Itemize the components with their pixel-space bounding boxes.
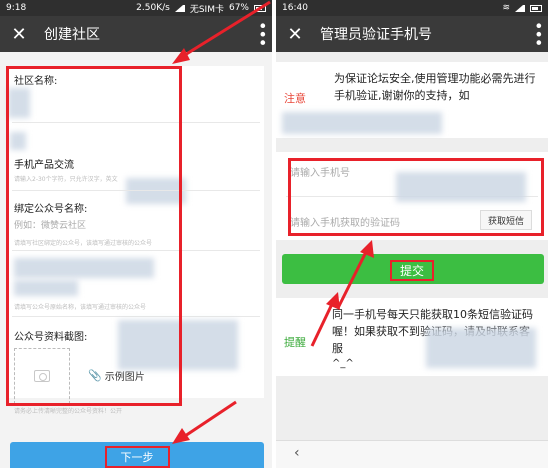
next-step-label: 下一步 [104, 446, 170, 468]
blurred-region [282, 112, 442, 134]
verify-phone-screen: 16:40 ≋ ✕ 管理员验证手机号 ••• 注意 为保证论坛安全,使用管理功能… [276, 0, 548, 468]
screenshot-root: 9:18 2.50K/s 无SIM卡 67% ✕ 创建社区 ••• 社区名称: … [0, 0, 548, 468]
submit-label: 提交 [390, 260, 435, 281]
page-title: 管理员验证手机号 [320, 27, 432, 43]
highlight-frame [6, 66, 182, 406]
blurred-region [426, 328, 536, 368]
wifi-icon: ≋ [502, 3, 510, 13]
upload-hint: 请务必上传清晰完整的公众号资料！公开 [14, 408, 123, 415]
tips-heading: 提醒 [284, 336, 306, 349]
tips-emote: ^_^ [332, 358, 354, 369]
more-vertical-icon[interactable]: ••• [529, 21, 548, 46]
status-time: 9:18 [6, 3, 27, 13]
close-icon[interactable]: ✕ [284, 24, 306, 45]
title-bar: ✕ 管理员验证手机号 ••• [276, 16, 548, 52]
annotation-arrow [310, 292, 340, 347]
back-arrow-icon[interactable]: ‹ [294, 445, 300, 461]
create-community-screen: 9:18 2.50K/s 无SIM卡 67% ✕ 创建社区 ••• 社区名称: … [0, 0, 272, 468]
battery-icon [530, 4, 542, 12]
notice-text: 为保证论坛安全,使用管理功能必需先进行手机验证,谢谢你的支持，如 [334, 72, 536, 102]
highlight-frame [288, 158, 544, 236]
notice-heading: 注意 [284, 92, 306, 105]
annotation-arrow [172, 400, 237, 444]
status-bar: 16:40 ≋ [276, 0, 548, 16]
page-title: 创建社区 [44, 27, 100, 43]
close-icon[interactable]: ✕ [8, 24, 30, 45]
annotation-arrow [172, 0, 271, 64]
notice-panel: 注意 为保证论坛安全,使用管理功能必需先进行手机验证,谢谢你的支持，如 [276, 62, 548, 138]
status-time: 16:40 [282, 3, 308, 13]
signal-icon [515, 4, 525, 12]
bottom-nav-bar: ‹ [276, 440, 548, 468]
